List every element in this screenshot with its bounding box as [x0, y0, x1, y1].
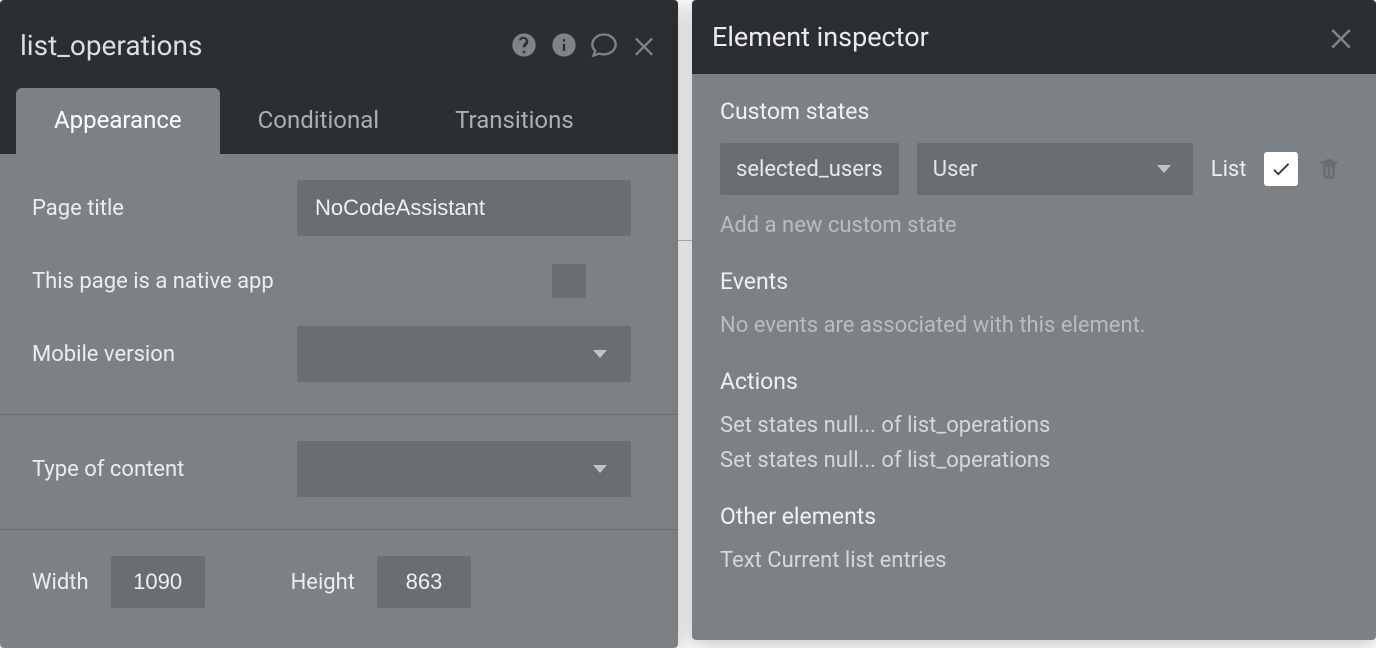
action-item[interactable]: Set states null... of list_operations [720, 413, 1348, 438]
native-app-label: This page is a native app [32, 269, 552, 294]
events-heading: Events [720, 268, 1348, 295]
trash-icon[interactable] [1316, 154, 1342, 184]
info-icon[interactable] [550, 31, 578, 59]
tab-appearance[interactable]: Appearance [16, 88, 220, 154]
state-type-select[interactable]: User [917, 143, 1193, 195]
panel-header: list_operations [0, 0, 678, 84]
other-elements-heading: Other elements [720, 503, 1348, 530]
close-icon[interactable] [1326, 22, 1356, 52]
page-title-input[interactable] [297, 180, 631, 236]
custom-states-heading: Custom states [720, 98, 1348, 125]
page-title-label: Page title [32, 196, 297, 221]
list-checkbox[interactable] [1264, 152, 1298, 186]
inspector-body: Custom states selected_users User List A… [692, 74, 1376, 640]
custom-state-row: selected_users User List [720, 143, 1348, 195]
caret-down-icon [593, 350, 607, 358]
state-type-value: User [933, 157, 978, 182]
divider-peek [678, 240, 692, 241]
actions-section: Actions Set states null... of list_opera… [720, 368, 1348, 473]
property-editor-panel: list_operations Appearance Conditional T… [0, 0, 678, 648]
width-input[interactable] [111, 556, 205, 608]
add-custom-state-link[interactable]: Add a new custom state [720, 213, 1348, 238]
inspector-header: Element inspector [692, 0, 1376, 74]
other-elements-section: Other elements Text Current list entries [720, 503, 1348, 573]
close-icon[interactable] [630, 31, 658, 59]
height-input[interactable] [377, 556, 471, 608]
help-icon[interactable] [510, 31, 538, 59]
panel-body: Page title This page is a native app Mob… [0, 154, 678, 648]
header-icons [510, 31, 658, 59]
state-name-value: selected_users [736, 157, 883, 182]
section-type-of-content: Type of content [0, 415, 678, 530]
action-item[interactable]: Set states null... of list_operations [720, 448, 1348, 473]
actions-heading: Actions [720, 368, 1348, 395]
type-of-content-select[interactable] [297, 441, 631, 497]
native-app-checkbox[interactable] [552, 264, 586, 298]
comment-icon[interactable] [590, 31, 618, 59]
events-empty-text: No events are associated with this eleme… [720, 313, 1348, 338]
mobile-version-label: Mobile version [32, 342, 297, 367]
tabs-bar: Appearance Conditional Transitions [0, 84, 678, 154]
events-section: Events No events are associated with thi… [720, 268, 1348, 338]
tab-conditional[interactable]: Conditional [220, 88, 417, 154]
other-element-item[interactable]: Text Current list entries [720, 548, 1348, 573]
list-label: List [1211, 157, 1247, 182]
section-dimensions: Width Height [0, 530, 678, 636]
section-page-basic: Page title This page is a native app Mob… [0, 154, 678, 415]
tab-transitions[interactable]: Transitions [417, 88, 612, 154]
inspector-title: Element inspector [712, 21, 1326, 53]
caret-down-icon [593, 465, 607, 473]
mobile-version-select[interactable] [297, 326, 631, 382]
type-of-content-label: Type of content [32, 457, 297, 482]
state-name-box[interactable]: selected_users [720, 143, 899, 195]
width-label: Width [32, 570, 89, 595]
custom-states-section: Custom states selected_users User List A… [720, 98, 1348, 238]
element-inspector-panel: Element inspector Custom states selected… [692, 0, 1376, 640]
caret-down-icon [1157, 165, 1171, 173]
height-label: Height [291, 570, 355, 595]
element-name-title[interactable]: list_operations [20, 29, 510, 62]
